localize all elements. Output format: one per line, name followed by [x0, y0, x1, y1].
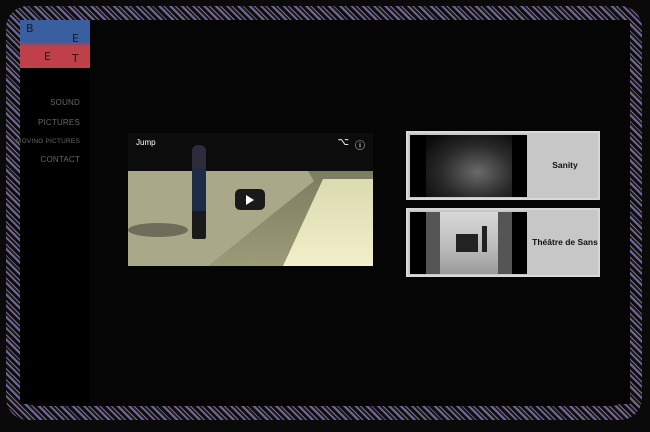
video-card-theatre-de-sans[interactable]: Théâtre de Sans	[406, 208, 600, 277]
video-player[interactable]: Jump ⌥ ⓘ	[128, 133, 373, 266]
play-icon[interactable]	[235, 189, 265, 210]
thumbnail-image	[426, 135, 512, 197]
logo-letter: E	[72, 32, 79, 45]
nav-link-pictures[interactable]: PICTURES	[38, 118, 80, 127]
thumbnail-image	[426, 212, 512, 274]
video-frame-character	[192, 145, 206, 239]
site-logo[interactable]: B E E T	[20, 20, 90, 68]
card-label[interactable]: Sanity	[532, 133, 598, 198]
card-thumbnail[interactable]	[410, 135, 527, 197]
video-frame-shadow	[128, 223, 188, 237]
logo-letter: E	[44, 50, 51, 63]
sidebar	[20, 20, 90, 404]
card-label[interactable]: Théâtre de Sans	[532, 210, 598, 275]
nav-link-contact[interactable]: CONTACT	[41, 155, 80, 164]
video-title[interactable]: Jump	[136, 138, 156, 147]
logo-letter: T	[72, 52, 79, 65]
video-controls: ⌥ ⓘ	[337, 137, 365, 152]
nav-link-moving-pictures[interactable]: MOVING PICTURES	[16, 138, 80, 145]
info-icon[interactable]: ⓘ	[355, 137, 365, 152]
logo-letter: B	[26, 22, 34, 35]
share-icon[interactable]: ⌥	[337, 137, 349, 152]
video-card-sanity[interactable]: Sanity	[406, 131, 600, 200]
card-thumbnail[interactable]	[410, 212, 527, 274]
nav-link-sound[interactable]: SOUND	[50, 98, 80, 107]
